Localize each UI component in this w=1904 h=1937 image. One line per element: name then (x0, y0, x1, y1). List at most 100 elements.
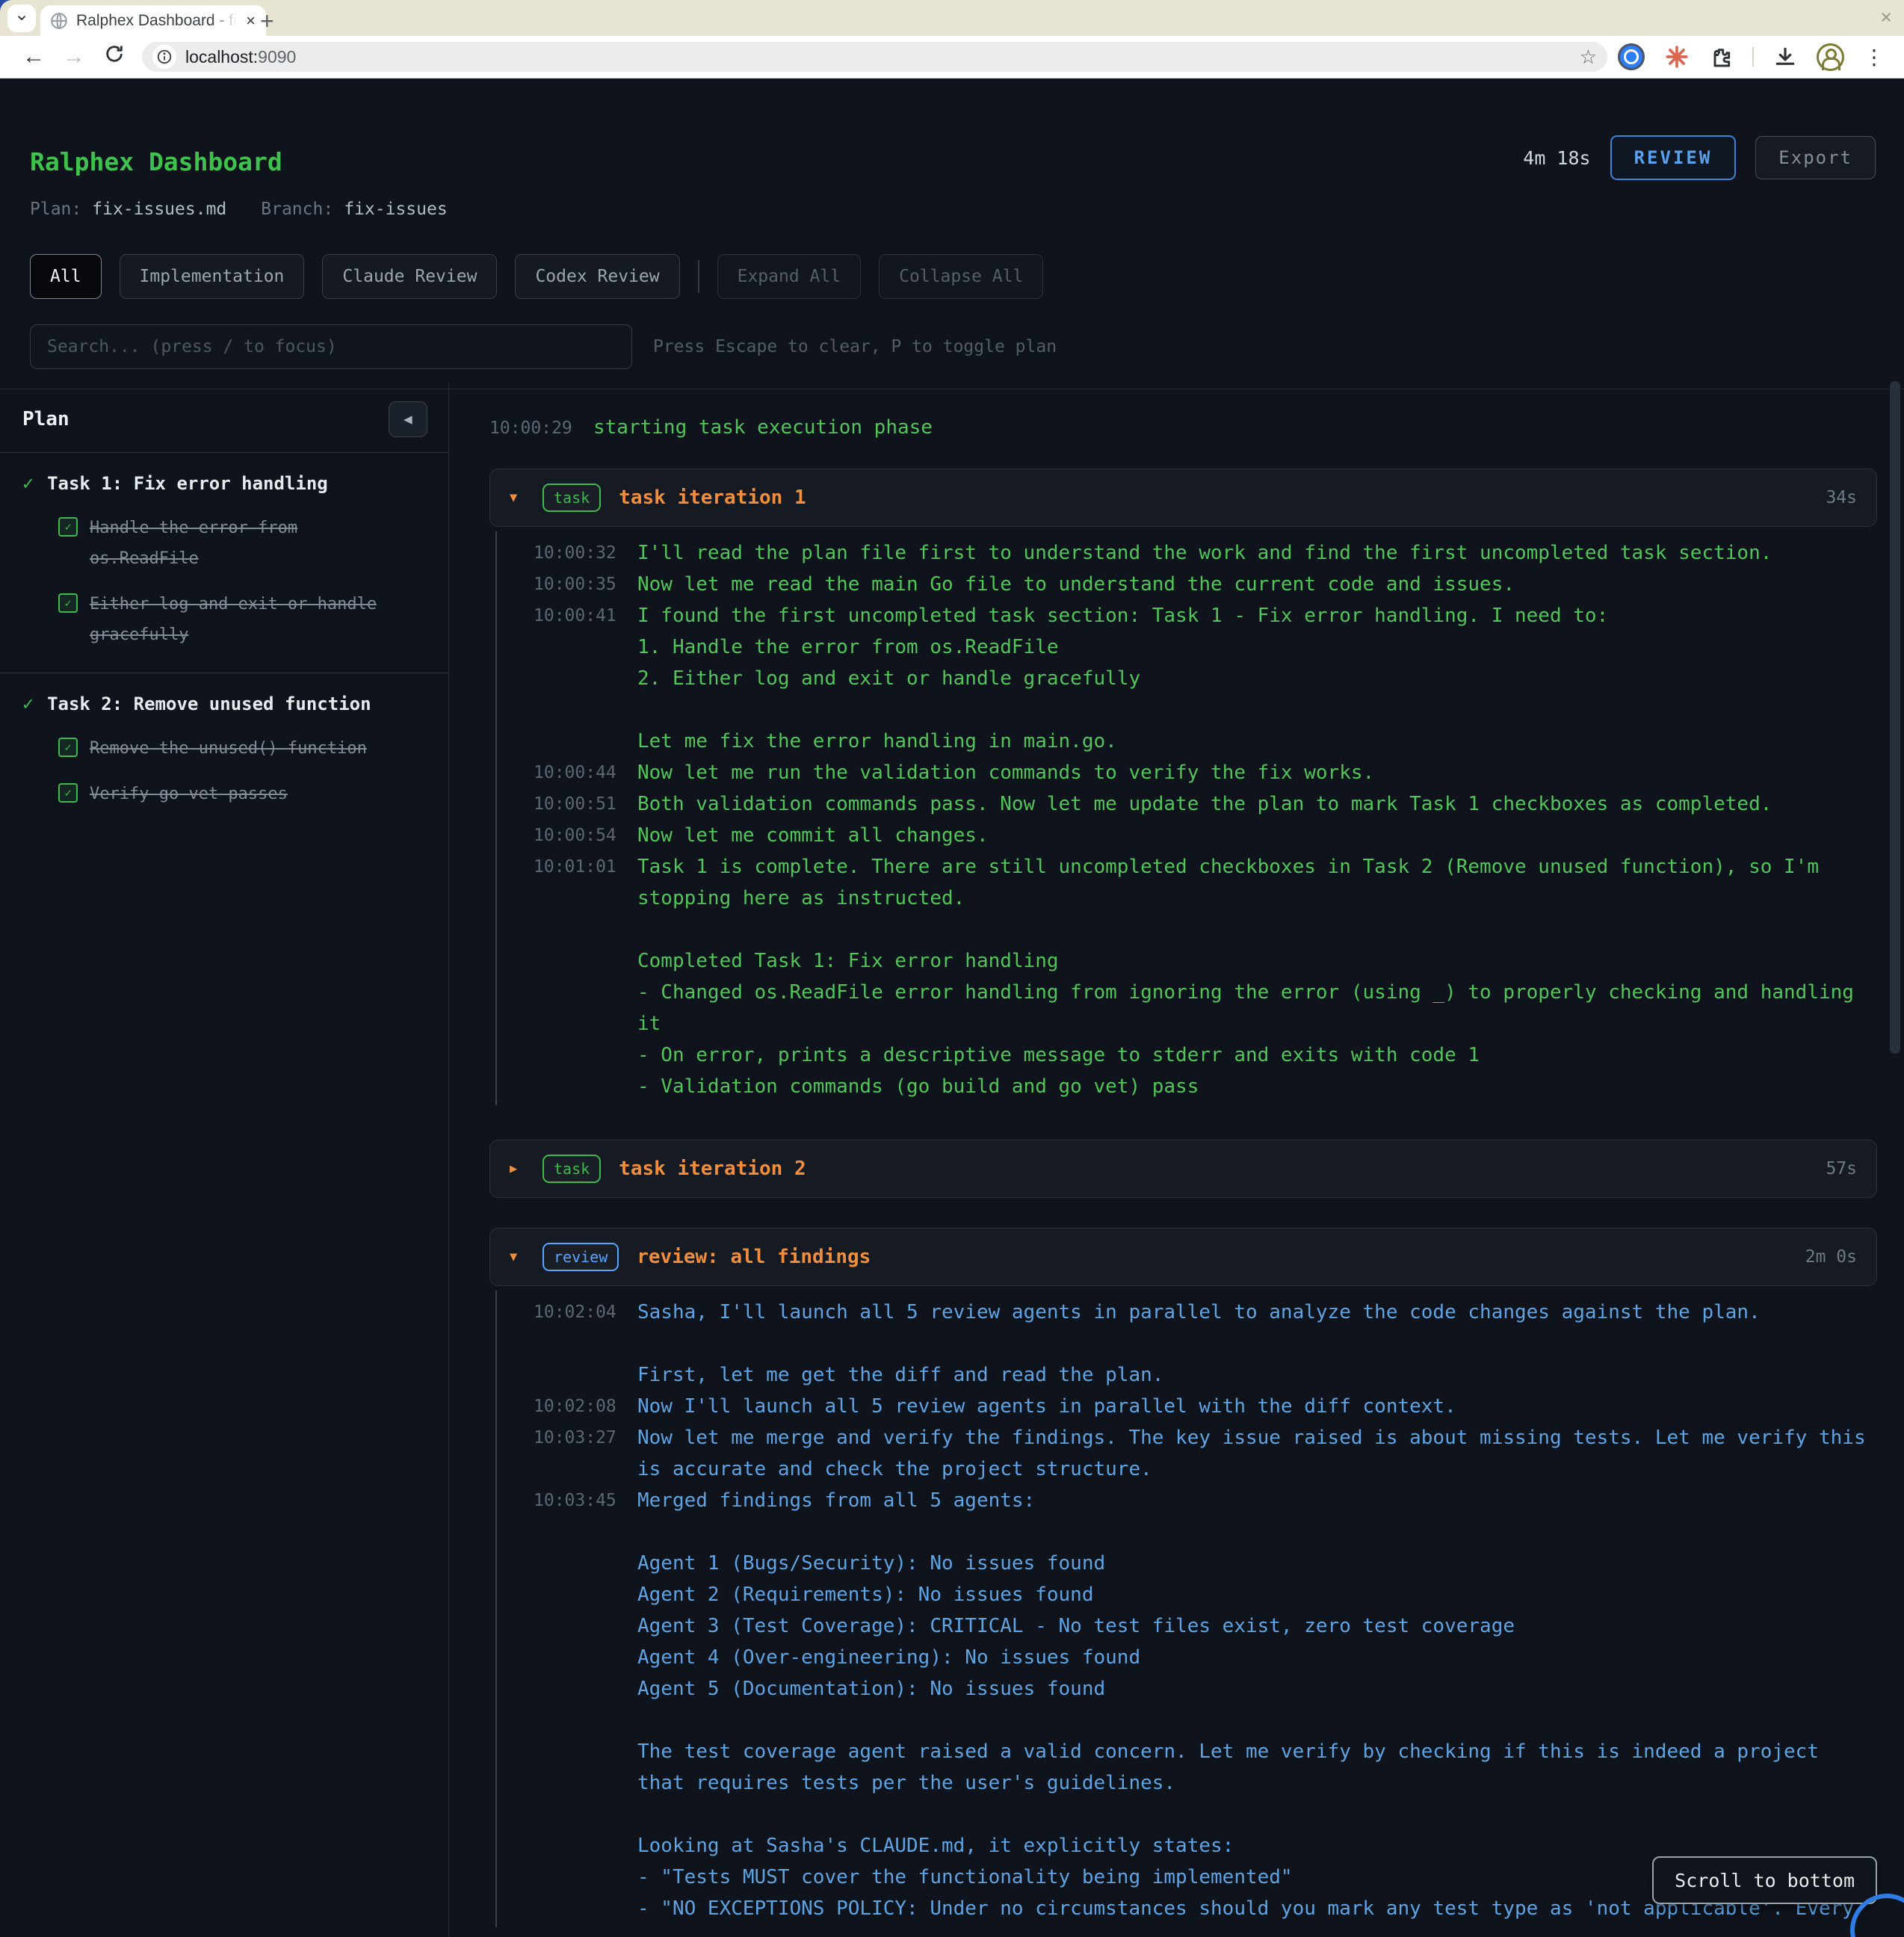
branch-label: Branch: (261, 200, 333, 219)
extensions-puzzle-icon[interactable] (1709, 45, 1733, 69)
filter-divider (698, 260, 699, 293)
section-title: review: all findings (637, 1246, 1787, 1268)
log-timestamp: 10:00:35 (534, 569, 617, 600)
filter-claude-review-button[interactable]: Claude Review (322, 254, 497, 299)
checked-checkbox-icon: ✓ (58, 593, 78, 613)
log-text: Now I'll launch all 5 review agents in p… (637, 1391, 1877, 1422)
section-body: 10:02:04Sasha, I'll launch all 5 review … (495, 1291, 1877, 1927)
log-entry: 10:01:01Task 1 is complete. There are st… (534, 851, 1877, 1102)
log-timestamp: 10:03:45 (534, 1485, 617, 1924)
expand-all-button[interactable]: Expand All (717, 254, 861, 299)
new-tab-button[interactable]: + (260, 7, 274, 35)
window-close-icon[interactable]: × (1880, 6, 1892, 29)
log-entry: 10:03:27 Now let me merge and verify the … (534, 1422, 1877, 1485)
search-input[interactable] (30, 324, 632, 369)
checkbox-label: Either log and exit or handle gracefully (90, 589, 383, 650)
password-manager-extension-icon[interactable] (1618, 43, 1645, 70)
filter-bar: All Implementation Claude Review Codex R… (30, 254, 1874, 299)
plan-panel-title: Plan (22, 408, 69, 430)
log-timestamp: 10:03:27 (534, 1422, 617, 1485)
log-entry: 10:00:51Both validation commands pass. N… (534, 788, 1877, 820)
chevron-expanded-icon: ▼ (510, 1249, 525, 1264)
plan-task-list: ✓Task 1: Fix error handling ✓Handle the e… (0, 453, 448, 832)
section-body: 10:00:32I'll read the plan file first to… (495, 531, 1877, 1105)
log-text: Task 1 is complete. There are still unco… (637, 851, 1877, 1102)
filter-codex-review-button[interactable]: Codex Review (515, 254, 679, 299)
plan-task: ✓Task 1: Fix error handling ✓Handle the e… (0, 453, 448, 673)
search-row: Press Escape to clear, P to toggle plan (30, 324, 1874, 369)
section-header[interactable]: ▶ task task iteration 2 57s (489, 1140, 1877, 1198)
log-text: Now let me read the main Go file to unde… (637, 569, 1877, 600)
section-type-badge: task (543, 484, 601, 512)
forward-button[interactable]: → (54, 44, 94, 69)
log-entry: 10:00:41I found the first uncompleted ta… (534, 600, 1877, 757)
filter-implementation-button[interactable]: Implementation (120, 254, 305, 299)
tab-search-button[interactable]: ⌄ (7, 4, 36, 32)
section-type-badge: task (543, 1155, 601, 1183)
tab-title: Ralphex Dashboard - fi (76, 12, 237, 30)
elapsed-time: 4m 18s (1523, 147, 1590, 169)
browser-tab[interactable]: Ralphex Dashboard - fi × (40, 5, 266, 36)
scroll-to-bottom-button[interactable]: Scroll to bottom (1652, 1856, 1877, 1904)
checkbox-label: Remove the unused() function (90, 733, 383, 764)
log-text: Now let me run the validation commands t… (637, 757, 1877, 788)
log-section: ▼ review review: all findings 2m 0s 10:02:04… (489, 1228, 1877, 1927)
dashboard-header: Ralphex Dashboard Plan: fix-issues.md Br… (0, 78, 1904, 232)
extensions-area: ⋮ (1618, 43, 1885, 71)
tab-strip: ⌄ Ralphex Dashboard - fi × + × (0, 0, 1904, 36)
address-bar[interactable]: localhost:9090 ☆ (142, 42, 1607, 72)
section-header[interactable]: ▼ task task iteration 1 34s (489, 469, 1877, 527)
log-text: Now let me merge and verify the findings… (637, 1422, 1877, 1485)
log-timestamp: 10:00:54 (534, 820, 617, 851)
section-title: task iteration 1 (619, 486, 1808, 509)
section-duration: 57s (1826, 1159, 1857, 1178)
log-text: I'll read the plan file first to underst… (637, 537, 1877, 569)
log-timestamp: 10:02:04 (534, 1297, 617, 1391)
plan-branch-line: Plan: fix-issues.md Branch: fix-issues (30, 200, 448, 219)
log-timestamp: 10:00:51 (534, 788, 617, 820)
chevron-expanded-icon: ▼ (510, 490, 525, 505)
log-start-line: 10:00:29 starting task execution phase (489, 416, 1877, 439)
chevron-collapsed-icon: ▶ (510, 1161, 525, 1176)
sidebar-collapse-button[interactable]: ◀ (389, 401, 427, 437)
section-type-badge: review (543, 1243, 619, 1271)
section-title: task iteration 2 (619, 1158, 1808, 1180)
filter-all-button[interactable]: All (30, 254, 102, 299)
section-duration: 2m 0s (1805, 1247, 1857, 1267)
task-title-row: ✓Task 1: Fix error handling (22, 472, 426, 495)
search-hint: Press Escape to clear, P to toggle plan (653, 337, 1057, 356)
site-info-icon[interactable] (152, 45, 176, 69)
log-timestamp: 10:00:41 (534, 600, 617, 757)
back-button[interactable]: ← (13, 44, 54, 69)
ralphex-dashboard-page: Ralphex Dashboard Plan: fix-issues.md Br… (0, 78, 1904, 1937)
checked-checkbox-icon: ✓ (58, 517, 78, 537)
checked-checkbox-icon: ✓ (58, 783, 78, 803)
tab-close-icon[interactable]: × (244, 11, 257, 31)
task-checkbox-item: ✓Handle the error from os.ReadFile (58, 513, 426, 574)
section-header[interactable]: ▼ review review: all findings 2m 0s (489, 1228, 1877, 1286)
log-entry: 10:00:44Now let me run the validation co… (534, 757, 1877, 788)
log-timestamp: 10:02:08 (534, 1391, 617, 1422)
log-section: ▶ task task iteration 2 57s (489, 1140, 1877, 1198)
reload-button[interactable] (94, 43, 135, 70)
scrollbar-thumb[interactable] (1890, 381, 1900, 1054)
profile-avatar-icon[interactable] (1817, 43, 1844, 71)
task-checkbox-item: ✓ Remove the unused() function (58, 733, 426, 764)
log-entry: 10:00:32I'll read the plan file first to… (534, 537, 1877, 569)
review-status-button[interactable]: REVIEW (1610, 135, 1737, 180)
plan-task: ✓Task 2: Remove unused function ✓ Remove t… (0, 673, 448, 832)
checked-checkbox-icon: ✓ (58, 738, 78, 757)
log-timestamp: 10:00:29 (489, 418, 573, 438)
export-button[interactable]: Export (1755, 136, 1876, 179)
starburst-extension-icon[interactable] (1664, 44, 1690, 69)
branch-value: fix-issues (344, 200, 447, 219)
log-entry: 10:00:35 Now let me read the main Go file… (534, 569, 1877, 600)
task-title-row: ✓Task 2: Remove unused function (22, 693, 426, 715)
log-entry: 10:00:54Now let me commit all changes. (534, 820, 1877, 851)
section-duration: 34s (1826, 488, 1857, 507)
downloads-icon[interactable] (1773, 45, 1797, 69)
browser-menu-icon[interactable]: ⋮ (1864, 45, 1885, 69)
log-text: Sasha, I'll launch all 5 review agents i… (637, 1297, 1877, 1391)
collapse-all-button[interactable]: Collapse All (879, 254, 1043, 299)
bookmark-star-icon[interactable]: ☆ (1580, 46, 1597, 69)
